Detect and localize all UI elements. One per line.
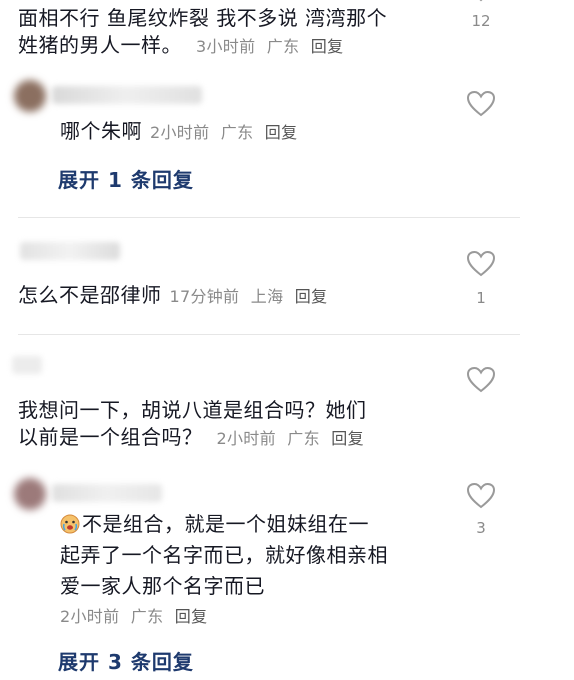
heart-outline-icon[interactable] <box>466 366 496 394</box>
reply-avatar[interactable] <box>14 478 46 510</box>
comment-text: 面相不行 鱼尾纹炸裂 我不多说 湾湾那个 姓猪的男人一样。 3小时前 广东 回复 <box>18 6 388 57</box>
like-count: 12 <box>471 12 491 30</box>
comment-text: 不是组合，就是一个姐妹组在一 起弄了一个名字而已，就好像相亲相 爱一家人那个名字… <box>60 512 388 598</box>
comment-location: 广东 <box>220 123 254 142</box>
comment-text-row: 哪个朱啊 2小时前 广东 回复 <box>60 118 303 146</box>
comment-time: 2小时前 <box>150 123 210 142</box>
heart-outline-icon[interactable] <box>466 90 496 118</box>
username-blurred <box>20 242 120 260</box>
comment-time: 17分钟前 <box>169 287 240 306</box>
comment-location: 广东 <box>287 429 320 448</box>
comment-location: 上海 <box>250 287 284 306</box>
username-blurred <box>52 86 202 104</box>
comment-location: 广东 <box>130 607 164 626</box>
reply-avatar[interactable] <box>14 80 46 112</box>
username-blurred <box>12 356 42 374</box>
expand-replies-link[interactable]: 展开 3 条回复 <box>58 646 194 675</box>
reply-button[interactable]: 回复 <box>295 287 328 306</box>
divider <box>18 334 520 335</box>
avatar[interactable] <box>14 478 46 510</box>
comment-time: 2小时前 <box>60 607 120 626</box>
comment-text: 哪个朱啊 <box>60 119 142 143</box>
like-count: 1 <box>476 289 486 307</box>
comment-text: 怎么不是邵律师 <box>18 283 162 307</box>
avatar[interactable] <box>14 80 46 112</box>
reply-button[interactable]: 回复 <box>175 607 208 626</box>
comment-text: 我想问一下，胡说八道是组合吗？她们 以前是一个组合吗？ 2小时前 广东 回复 <box>18 398 367 449</box>
comment-time: 3小时前 <box>196 37 256 56</box>
comment-time: 2小时前 <box>216 429 276 448</box>
heart-outline-icon[interactable] <box>466 482 496 510</box>
comment-location: 广东 <box>266 37 300 56</box>
reply-button[interactable]: 回复 <box>265 123 298 142</box>
comment-text-row: 怎么不是邵律师 17分钟前 上海 回复 <box>18 282 333 310</box>
crying-face-emoji-icon <box>60 514 80 534</box>
comment-meta: 2小时前 广东 回复 <box>60 603 213 627</box>
heart-icon-partial[interactable] <box>466 0 496 4</box>
like-count: 3 <box>476 519 486 537</box>
username-blurred <box>52 484 162 502</box>
heart-outline-icon[interactable] <box>466 250 496 278</box>
reply-button[interactable]: 回复 <box>311 37 344 56</box>
divider <box>18 217 520 218</box>
reply-button[interactable]: 回复 <box>331 429 364 448</box>
expand-replies-link[interactable]: 展开 1 条回复 <box>58 164 194 193</box>
